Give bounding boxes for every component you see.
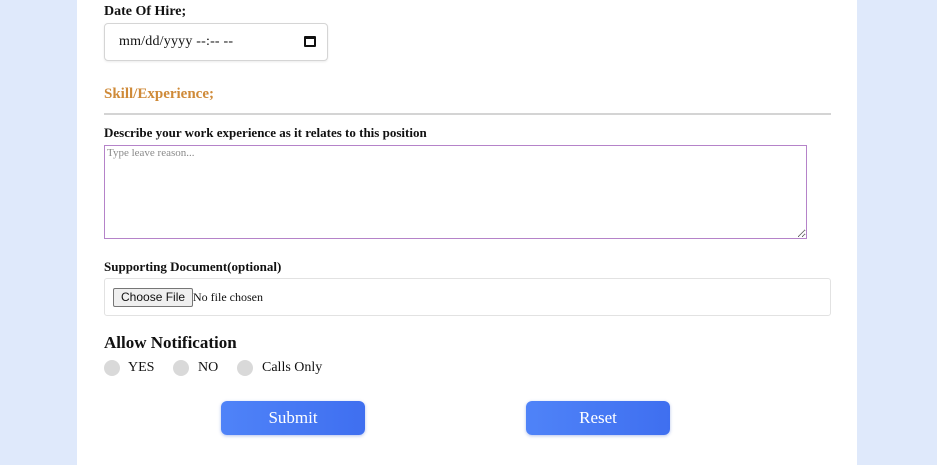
radio-yes[interactable] [104,360,120,376]
section-divider [104,113,831,115]
supporting-document-input[interactable]: Choose File No file chosen [104,278,831,316]
experience-label: Describe your work experience as it rela… [104,125,427,140]
reset-button[interactable]: Reset [526,401,670,435]
experience-textarea[interactable] [104,145,807,239]
choose-file-button[interactable]: Choose File [113,288,194,307]
radio-no-label: NO [198,360,219,375]
date-of-hire-value: mm/dd/yyyy --:-- -- [119,34,234,49]
file-status-text: No file chosen [193,290,263,304]
allow-notification-heading: Allow Notification [104,333,237,352]
supporting-document-label: Supporting Document(optional) [104,259,282,274]
submit-button[interactable]: Submit [221,401,365,435]
skill-experience-heading: Skill/Experience; [104,86,214,102]
calendar-icon[interactable] [304,36,316,47]
radio-no[interactable] [173,360,189,376]
radio-calls-only[interactable] [237,360,253,376]
radio-yes-label: YES [128,360,155,375]
date-of-hire-label: Date Of Hire; [104,4,187,19]
radio-calls-only-label: Calls Only [262,360,323,375]
date-of-hire-input[interactable]: mm/dd/yyyy --:-- -- [104,23,328,61]
